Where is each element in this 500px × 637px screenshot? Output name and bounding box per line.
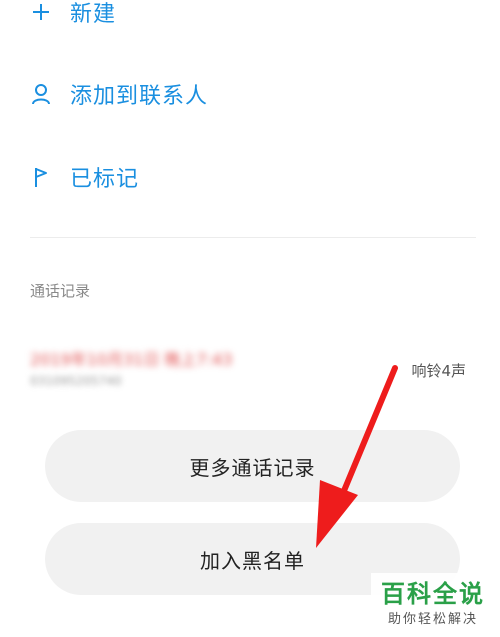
menu-item-marked[interactable]: 已标记 [30,161,139,193]
watermark-subtitle: 助你轻松解决 [387,612,478,627]
menu-item-add-to-contacts[interactable]: 添加到联系人 [30,78,208,110]
divider [30,237,476,238]
menu-item-label: 已标记 [70,167,140,192]
call-time: 2019年10月31日 晚上7:43 [30,350,233,369]
call-log-entry[interactable]: 2019年10月31日 晚上7:43 03109520574​0 响铃4声 [30,340,470,400]
more-call-records-button[interactable]: 更多通话记录 [45,430,460,502]
menu-item-label: 添加到联系人 [70,84,209,109]
person-icon [30,82,52,106]
watermark-logo: 百科全说 助你轻松解决 [371,573,495,633]
call-log-title: 通话记录 [30,282,91,300]
watermark-title: 百科全说 [381,580,485,608]
call-number: 03109520574​0 [30,374,122,388]
menu-item-new[interactable]: 新建 [30,0,116,28]
call-status: 响铃4声 [411,362,466,380]
menu-item-label: 新建 [70,2,117,27]
plus-icon [30,0,52,24]
flag-icon [30,165,52,189]
